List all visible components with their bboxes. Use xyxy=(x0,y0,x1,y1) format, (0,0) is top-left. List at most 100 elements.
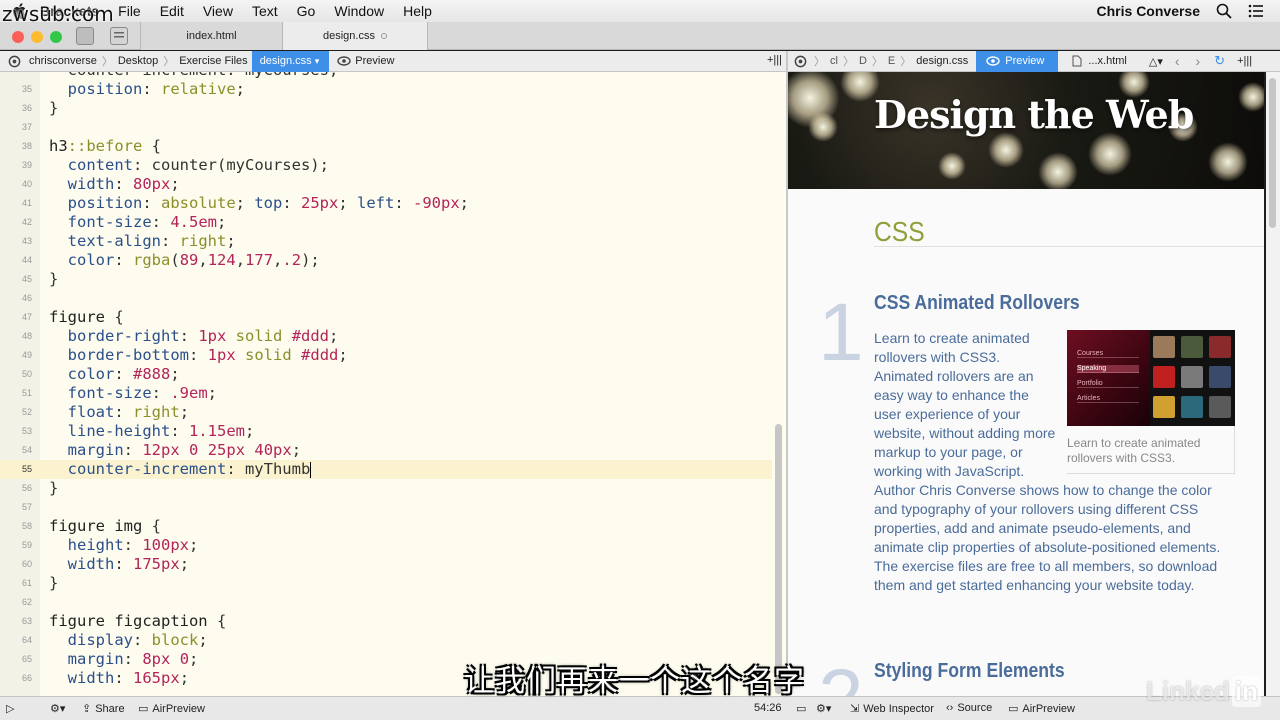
split-view-button[interactable]: +||| xyxy=(1237,55,1252,67)
preview-tab-active[interactable]: Preview xyxy=(976,50,1059,72)
code-text: float: right; xyxy=(67,403,190,421)
thumb-menu-item: Courses xyxy=(1077,350,1139,358)
close-window-button[interactable] xyxy=(12,31,24,43)
zoom-window-button[interactable] xyxy=(50,31,62,43)
line-number: 45 xyxy=(21,274,32,284)
chevron-right-icon: 〉 xyxy=(814,56,825,68)
code-line: 63 figure figcaption { xyxy=(0,612,772,631)
preview-breadcrumb: 〉 cl 〉 D 〉 E 〉 design.css Preview ...x.h… xyxy=(788,50,1280,72)
sidebar-toggle-button[interactable] xyxy=(76,27,94,45)
line-number: 54 xyxy=(21,445,32,455)
editor-scrollbar[interactable] xyxy=(775,424,782,694)
preview-scrollbar[interactable] xyxy=(1266,72,1280,696)
preview-toggle[interactable]: Preview xyxy=(337,55,394,67)
breadcrumb-item[interactable]: E xyxy=(888,55,895,67)
line-number: 57 xyxy=(21,502,32,512)
source-button[interactable]: ‹› Source xyxy=(946,702,992,714)
preview-sidebar-toggle-icon[interactable]: ▭ xyxy=(796,702,806,715)
settings-gear-icon[interactable]: ⚙▾ xyxy=(50,702,65,715)
code-text: margin: 12px 0 25px 40px; xyxy=(67,441,302,459)
line-number: 49 xyxy=(21,350,32,360)
hero-title: Design the Web xyxy=(874,92,1194,137)
menu-edit[interactable]: Edit xyxy=(160,3,184,19)
live-preview-eye-icon[interactable] xyxy=(8,55,21,68)
chevron-down-icon: ▾ xyxy=(314,55,320,66)
share-label: Share xyxy=(95,702,125,715)
settings-gear-icon[interactable]: ⚙▾ xyxy=(816,702,831,715)
tab-label: index.html xyxy=(186,30,237,42)
menu-help[interactable]: Help xyxy=(403,3,432,19)
text-caret xyxy=(310,461,312,478)
menu-go[interactable]: Go xyxy=(297,3,316,19)
breadcrumb-item[interactable]: cl xyxy=(830,55,838,67)
menu-file[interactable]: File xyxy=(118,3,141,19)
live-preview-eye-icon[interactable] xyxy=(794,55,807,68)
breadcrumb-item[interactable]: Desktop xyxy=(114,51,162,72)
notification-center-icon[interactable] xyxy=(1248,3,1264,19)
tab-design-css[interactable]: design.css xyxy=(282,22,428,50)
minimize-window-button[interactable] xyxy=(31,31,43,43)
line-number: 62 xyxy=(21,597,32,607)
code-text: margin: 8px 0; xyxy=(67,650,199,668)
code-line-partial: counter-increment: myCourses; xyxy=(0,72,772,80)
airpreview-label: AirPreview xyxy=(1022,702,1075,715)
scrollbar-thumb[interactable] xyxy=(1269,78,1276,228)
course-thumbnail[interactable]: Courses Speaking Portfolio Articles xyxy=(1067,330,1235,426)
live-preview-pane[interactable]: Design the Web CSS 1 CSS Animated Rollov… xyxy=(788,72,1264,696)
code-text: width: 80px; xyxy=(67,175,180,193)
file-icon xyxy=(1072,55,1082,67)
web-inspector-button[interactable]: ⇲ Web Inspector xyxy=(850,702,934,716)
code-line: 44 color: rgba(89,124,177,.2); xyxy=(0,251,772,270)
line-number: 50 xyxy=(21,369,32,379)
breadcrumb-item[interactable]: chrisconverse xyxy=(25,51,101,72)
sidebar-toggle-icon[interactable]: ▷ xyxy=(6,702,14,715)
code-text: } xyxy=(49,479,59,497)
forward-arrow-icon[interactable]: › xyxy=(1196,53,1201,69)
line-number: 52 xyxy=(21,407,32,417)
course-title[interactable]: CSS Animated Rollovers xyxy=(874,292,1080,315)
airpreview-button[interactable]: ▭ AirPreview xyxy=(138,702,205,716)
share-button[interactable]: ⇪ Share xyxy=(82,702,125,716)
other-file-link[interactable]: ...x.html xyxy=(1088,55,1127,67)
menu-text[interactable]: Text xyxy=(252,3,278,19)
line-number: 58 xyxy=(21,521,32,531)
preview-label: Preview xyxy=(355,55,395,67)
tab-index-html[interactable]: index.html xyxy=(140,22,282,50)
linkedin-in: in xyxy=(1231,676,1261,707)
code-line: 61} xyxy=(0,574,772,593)
user-name[interactable]: Chris Converse xyxy=(1097,3,1200,19)
cursor-position: 54:26 xyxy=(754,702,782,714)
breadcrumb-item[interactable]: D xyxy=(859,55,867,67)
code-text: color: rgba(89,124,177,.2); xyxy=(67,251,320,269)
code-text: position: absolute; top: 25px; left: -90… xyxy=(67,194,470,212)
line-number: 47 xyxy=(21,312,32,322)
line-number: 39 xyxy=(21,160,32,170)
split-view-button[interactable]: +||| xyxy=(767,54,782,66)
course-title[interactable]: Styling Form Elements xyxy=(874,660,1065,683)
back-arrow-icon[interactable]: ‹ xyxy=(1175,53,1180,69)
breadcrumb-active-file[interactable]: design.css ▾ xyxy=(251,50,330,72)
refresh-icon[interactable]: ↻ xyxy=(1214,53,1225,69)
breadcrumb-file[interactable]: design.css xyxy=(916,55,968,67)
warning-icon[interactable]: △▾ xyxy=(1149,55,1163,68)
code-line: 58 figure img { xyxy=(0,517,772,536)
line-number: 36 xyxy=(21,103,32,113)
code-text: width: 165px; xyxy=(67,669,190,687)
web-inspector-label: Web Inspector xyxy=(863,702,934,715)
breadcrumb-active-label: design.css xyxy=(259,55,312,67)
line-number: 55 xyxy=(21,464,32,474)
airpreview-button[interactable]: ▭ AirPreview xyxy=(1008,702,1075,716)
code-editor[interactable]: counter-increment: myCourses; 35 positio… xyxy=(0,72,786,696)
code-line: 40 width: 80px; xyxy=(0,175,772,194)
menubar-right: Chris Converse xyxy=(1097,0,1280,22)
code-line: 60 width: 175px; xyxy=(0,555,772,574)
working-files-button[interactable] xyxy=(110,27,128,45)
code-line: 36} xyxy=(0,99,772,118)
menu-window[interactable]: Window xyxy=(334,3,384,19)
thumbnail-grid xyxy=(1153,336,1233,420)
spotlight-search-icon[interactable] xyxy=(1216,3,1232,19)
code-text: figure { xyxy=(49,308,124,326)
breadcrumb-item[interactable]: Exercise Files xyxy=(175,51,251,72)
menu-view[interactable]: View xyxy=(203,3,233,19)
line-number: 38 xyxy=(21,141,32,151)
